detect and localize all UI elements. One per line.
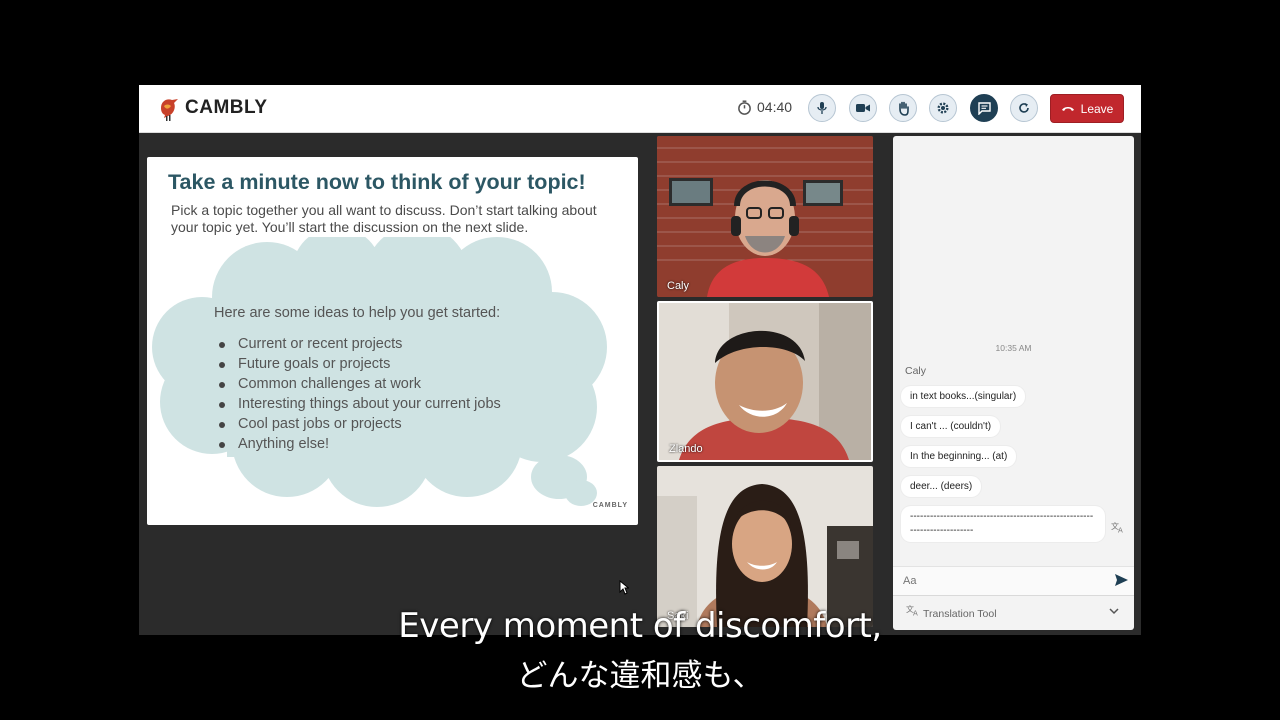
cambly-call-window: CAMBLY 04:40 Leave Take a minute now to … — [139, 85, 1141, 635]
subtitle-line-japanese: どんな違和感も、 — [516, 658, 764, 694]
chat-icon — [977, 101, 991, 115]
ideas-list: Current or recent projects Future goals … — [214, 334, 501, 454]
hang-up-icon — [1061, 107, 1074, 111]
list-item: Future goals or projects — [219, 354, 501, 374]
settings-button[interactable] — [929, 94, 957, 122]
ideas-heading: Here are some ideas to help you get star… — [214, 305, 501, 321]
video-tile-zlando[interactable]: Zlando — [657, 301, 873, 462]
hand-icon — [898, 101, 909, 116]
refresh-icon — [1019, 103, 1029, 113]
mouse-cursor-icon — [619, 580, 629, 595]
chat-message: ----------------------------------------… — [901, 506, 1105, 542]
chat-message: I can't ... (couldn't) — [901, 416, 1001, 437]
participant-video-caly — [657, 136, 873, 297]
raise-hand-button[interactable] — [889, 94, 917, 122]
svg-text:A: A — [1118, 527, 1123, 534]
chat-sender: Caly — [905, 365, 927, 377]
camera-button[interactable] — [849, 94, 877, 122]
list-item: Cool past jobs or projects — [219, 414, 501, 434]
top-bar: CAMBLY 04:40 Leave — [139, 85, 1141, 133]
participant-video-zlando — [659, 303, 871, 460]
refresh-button[interactable] — [1010, 94, 1038, 122]
send-icon — [1115, 574, 1128, 586]
list-item: Current or recent projects — [219, 334, 501, 354]
list-item: Interesting things about your current jo… — [219, 396, 501, 412]
list-item: Anything else! — [219, 434, 501, 454]
chat-message: in text books...(singular) — [901, 386, 1026, 407]
leave-button[interactable]: Leave — [1050, 94, 1124, 123]
microphone-icon — [817, 102, 827, 114]
leave-label: Leave — [1080, 101, 1114, 116]
video-camera-icon — [856, 104, 870, 112]
cambly-logo: CAMBLY — [155, 94, 268, 122]
video-tile-caly[interactable]: Caly — [657, 136, 873, 297]
chat-input-bar — [893, 566, 1134, 596]
slide-footer-logo: CAMBLY — [592, 502, 628, 509]
chat-panel: 10:35 AM Caly in text books...(singular)… — [893, 136, 1134, 630]
chat-timestamp: 10:35 AM — [995, 343, 1032, 353]
call-timer: 04:40 — [737, 99, 792, 115]
slide-subtitle: Pick a topic together you all want to di… — [171, 202, 597, 235]
video-tile-saki[interactable]: Saki — [657, 466, 873, 627]
cambly-bird-icon — [161, 99, 178, 121]
timer-value: 04:40 — [757, 99, 793, 115]
brand-name: CAMBLY — [185, 97, 268, 118]
chat-message: deer... (deers) — [901, 476, 982, 497]
chat-input[interactable] — [901, 571, 1095, 591]
translate-message-icon[interactable]: 文 A — [1111, 520, 1125, 538]
participant-name: Caly — [667, 280, 690, 292]
gear-icon — [937, 102, 949, 114]
chat-button[interactable] — [970, 94, 998, 122]
subtitle-line-english: Every moment of discomfort, — [398, 606, 882, 646]
chat-message: In the beginning... (at) — [901, 446, 1017, 467]
list-item: Common challenges at work — [219, 374, 501, 394]
participant-video-saki — [657, 466, 873, 627]
participant-name: Zlando — [669, 443, 703, 455]
microphone-button[interactable] — [808, 94, 836, 122]
send-button[interactable] — [1114, 573, 1129, 592]
ideas-box: Here are some ideas to help you get star… — [214, 305, 501, 454]
slide-title: Take a minute now to think of your topic… — [168, 170, 586, 194]
stopwatch-icon — [738, 99, 751, 115]
lesson-slide: Take a minute now to think of your topic… — [147, 157, 638, 525]
